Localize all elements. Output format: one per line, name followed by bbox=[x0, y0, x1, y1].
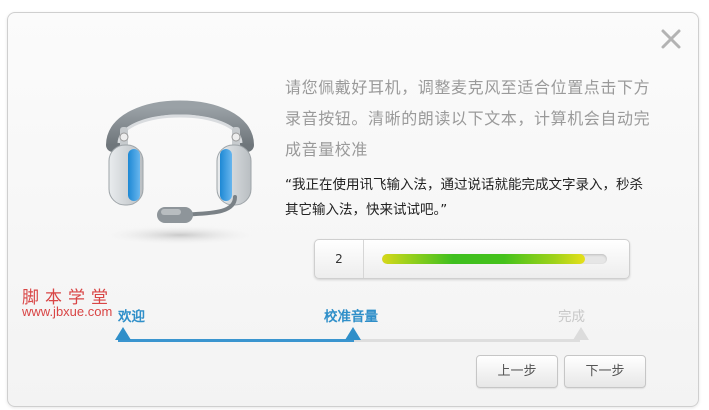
step-finish: 完成 bbox=[558, 309, 585, 325]
reading-text: “我正在使用讯飞输入法，通过说话就能完成文字录入，秒杀其它输入法，快来试试吧。” bbox=[285, 177, 643, 218]
volume-track bbox=[382, 254, 607, 264]
progress-track-pending bbox=[354, 339, 580, 342]
volume-fill bbox=[382, 254, 585, 264]
progress-track-done bbox=[118, 339, 354, 342]
next-step-button[interactable]: 下一步 bbox=[564, 355, 646, 388]
close-icon[interactable] bbox=[659, 27, 683, 51]
watermark-url: www.jbxue.com bbox=[22, 304, 113, 319]
step-welcome: 欢迎 bbox=[118, 309, 145, 325]
prev-step-button[interactable]: 上一步 bbox=[476, 355, 558, 388]
volume-meter[interactable]: 2 bbox=[314, 239, 630, 279]
step-marker-current bbox=[345, 327, 361, 340]
instruction-text: 请您佩戴好耳机，调整麦克风至适合位置点击下方录音按钮。清晰的朗读以下文本，计算机… bbox=[285, 78, 651, 159]
volume-value: 2 bbox=[315, 240, 364, 278]
headset-icon bbox=[100, 100, 260, 245]
step-marker-finish bbox=[573, 327, 589, 340]
step-marker-welcome bbox=[115, 327, 131, 340]
step-calibrate-volume: 校准音量 bbox=[324, 309, 378, 325]
